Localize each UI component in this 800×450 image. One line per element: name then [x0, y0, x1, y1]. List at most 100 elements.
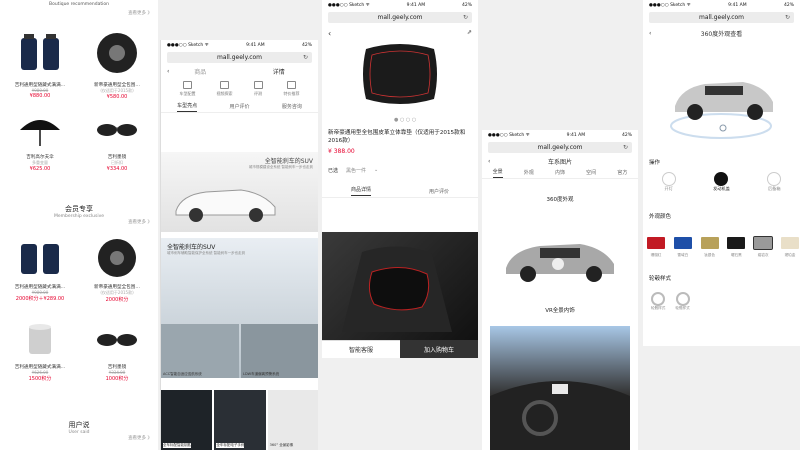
product-card-2[interactable]: 新帝豪通用型全包围… (仅适用于2015款) ¥580.00: [82, 28, 152, 100]
gallery-tabs: 全景 外观 内饰 空间 官方: [482, 167, 638, 179]
swatch-5[interactable]: 熔岩灰: [753, 234, 774, 258]
thumb-ldw: LDW车道偏离预警系统: [241, 324, 318, 378]
tab-detail[interactable]: 详情: [273, 67, 285, 76]
swatch-color: [780, 237, 799, 249]
section-subcaption: 城市刹车辅助智能保护全系统 智能刹车一步也走到: [167, 251, 246, 255]
more-link-1[interactable]: 查看更多 》: [0, 10, 158, 16]
op-light[interactable]: 开灯: [661, 172, 676, 192]
product-card-1[interactable]: 吉利通用型随藏式满满… ¥980.00 ¥880.00: [5, 28, 75, 99]
battery: 42%: [621, 132, 632, 138]
tab-interior[interactable]: 内饰: [555, 169, 565, 176]
product-tabs: 商品详情 用户评价: [322, 186, 478, 198]
seat-image: [322, 232, 478, 340]
battery: 42%: [783, 2, 794, 8]
sunglasses-image: [97, 124, 137, 136]
more-link-2[interactable]: 查看更多 》: [0, 219, 158, 225]
url-text: mall.geely.com: [537, 144, 583, 151]
op-trunk[interactable]: 后备箱: [767, 172, 782, 192]
swatch-2[interactable]: 雪域白: [673, 234, 692, 258]
swatch-label: 珊瑚红: [650, 253, 662, 257]
tab-official[interactable]: 官方: [617, 169, 627, 176]
swatch-1[interactable]: 珊瑚红: [647, 234, 665, 258]
icon-video[interactable]: 视频探索: [217, 81, 233, 97]
tab-service[interactable]: 服务咨询: [282, 103, 302, 110]
product-card-3[interactable]: 吉利高尔夫伞 多重变量 ¥625.00: [5, 110, 75, 172]
hero-image: 全智能刹车的SUV 城市规模建设全系统 智能刹车一步也走到: [161, 152, 318, 232]
selected-option[interactable]: 已选 黑色一件 ⌄: [322, 157, 478, 184]
refresh-icon[interactable]: ↻: [463, 14, 468, 21]
back-icon[interactable]: ‹: [167, 68, 169, 75]
refresh-icon[interactable]: ↻: [303, 54, 308, 61]
swatch-label: 钛银色: [704, 253, 715, 257]
back-icon[interactable]: ‹: [488, 158, 490, 165]
section-image: 全智能刹车的SUV 城市刹车辅助智能保护全系统 智能刹车一步也走到 ACC智能自…: [161, 238, 318, 378]
status-bar: ●●●○○ Sketch ᯤ 9:41 AM 42%: [643, 0, 800, 10]
tire-image: [98, 239, 136, 277]
detail-tabs: 车型亮点 用户评价 服务咨询: [161, 101, 318, 113]
swatch-6[interactable]: 琥珀金: [780, 234, 799, 258]
service-button[interactable]: 智能客服: [322, 340, 400, 358]
clock: 9:41 AM: [728, 2, 747, 8]
product-price: 2000积分＋¥289.00: [15, 296, 65, 302]
pillow-image: [363, 44, 437, 104]
refresh-icon[interactable]: ↻: [785, 14, 790, 21]
product-price: 2000积分: [105, 297, 129, 303]
op-label: 开灯: [664, 186, 673, 191]
section-title-colors: 外观颜色: [649, 214, 672, 220]
swatch-label: 曜石黑: [731, 253, 742, 257]
swatch-3[interactable]: 钛银色: [700, 234, 719, 258]
icon-config[interactable]: 车型配置: [180, 81, 196, 97]
tire-image: [97, 33, 137, 73]
product-price: ¥625.00: [29, 166, 51, 172]
tab-space[interactable]: 空间: [586, 169, 596, 176]
back-icon[interactable]: ‹: [649, 30, 651, 37]
member-card-2[interactable]: 新帝豪通用型全包围… (仅适用于2015款) 2000积分: [82, 236, 152, 303]
color-swatches: 珊瑚红 雪域白 钛银色 曜石黑 熔岩灰 琥珀金: [647, 234, 799, 258]
share-icon[interactable]: ⇗: [467, 29, 472, 36]
url-bar[interactable]: mall.geely.com ↻: [328, 12, 472, 23]
review-icon: [253, 81, 263, 89]
product-price: ¥334.00: [106, 166, 128, 172]
swatch-color: [673, 237, 692, 249]
tab-product[interactable]: 商品: [194, 67, 206, 76]
add-to-cart-button[interactable]: 加入购物车: [400, 340, 478, 358]
tab-highlights[interactable]: 车型亮点: [177, 102, 198, 112]
tab-exterior[interactable]: 外观: [524, 169, 534, 176]
url-bar[interactable]: mall.geely.com ↻: [488, 142, 632, 153]
more-link-3[interactable]: 查看更多 》: [0, 435, 158, 441]
product-image: [21, 244, 59, 274]
tab-reviews[interactable]: 用户评价: [229, 103, 249, 110]
back-icon[interactable]: ‹: [328, 29, 331, 38]
tab-panorama[interactable]: 全景: [492, 168, 503, 178]
product-card-4[interactable]: 吉利墨镜 已折扣 ¥334.00: [82, 110, 152, 172]
hero-subcaption: 城市规模建设全系统 智能刹车一步也走到: [248, 165, 313, 169]
thumb-label: LDW车道偏离预警系统: [243, 372, 280, 376]
icon-label: 特价推荐: [283, 91, 300, 96]
op-hood[interactable]: 发动机盖: [713, 172, 730, 192]
suv-360-image: [670, 82, 773, 139]
selected-label: 已选: [328, 167, 339, 174]
member-card-4[interactable]: 吉利墨镜 ¥334.00 1000积分: [82, 320, 152, 382]
car-360-view[interactable]: [643, 52, 800, 142]
url-bar[interactable]: mall.geely.com ↻: [649, 12, 794, 23]
thumb-360: 360° 全景影像: [267, 390, 318, 450]
tab-product-detail[interactable]: 商品详情: [350, 186, 371, 197]
member-card-3[interactable]: 吉利通用型随藏式满满… ¥626.00 1500积分: [5, 320, 75, 382]
member-card-1[interactable]: 吉利通用型随藏式满满… ¥980.00 2000积分＋¥289.00: [5, 236, 75, 302]
wheel-option-1[interactable]: 轮毂样式: [651, 292, 665, 311]
wheel-option-2[interactable]: 轮毂样式: [675, 292, 690, 311]
vr-interior-image[interactable]: [490, 326, 630, 450]
url-text: mall.geely.com: [377, 14, 423, 21]
refresh-icon[interactable]: ↻: [623, 144, 628, 151]
swatch-4[interactable]: 曜石黑: [727, 234, 746, 258]
suv-image[interactable]: [500, 228, 620, 288]
product-gallery: ‹ ⇗ ● ○ ○ ○: [322, 25, 478, 125]
page-title: 360度外观查看: [700, 30, 743, 38]
url-bar[interactable]: mall.geely.com ↻: [167, 52, 312, 63]
icon-special[interactable]: 特价推荐: [284, 81, 300, 97]
thumb-label: 360° 全景影像: [269, 443, 294, 447]
section-title-recommend: Boutique recommendation: [49, 2, 109, 7]
icon-review[interactable]: 评测: [253, 81, 263, 97]
tab-user-review[interactable]: 用户评价: [429, 188, 449, 195]
icon-row: 车型配置 视频探索 评测 特价推荐: [161, 77, 318, 101]
